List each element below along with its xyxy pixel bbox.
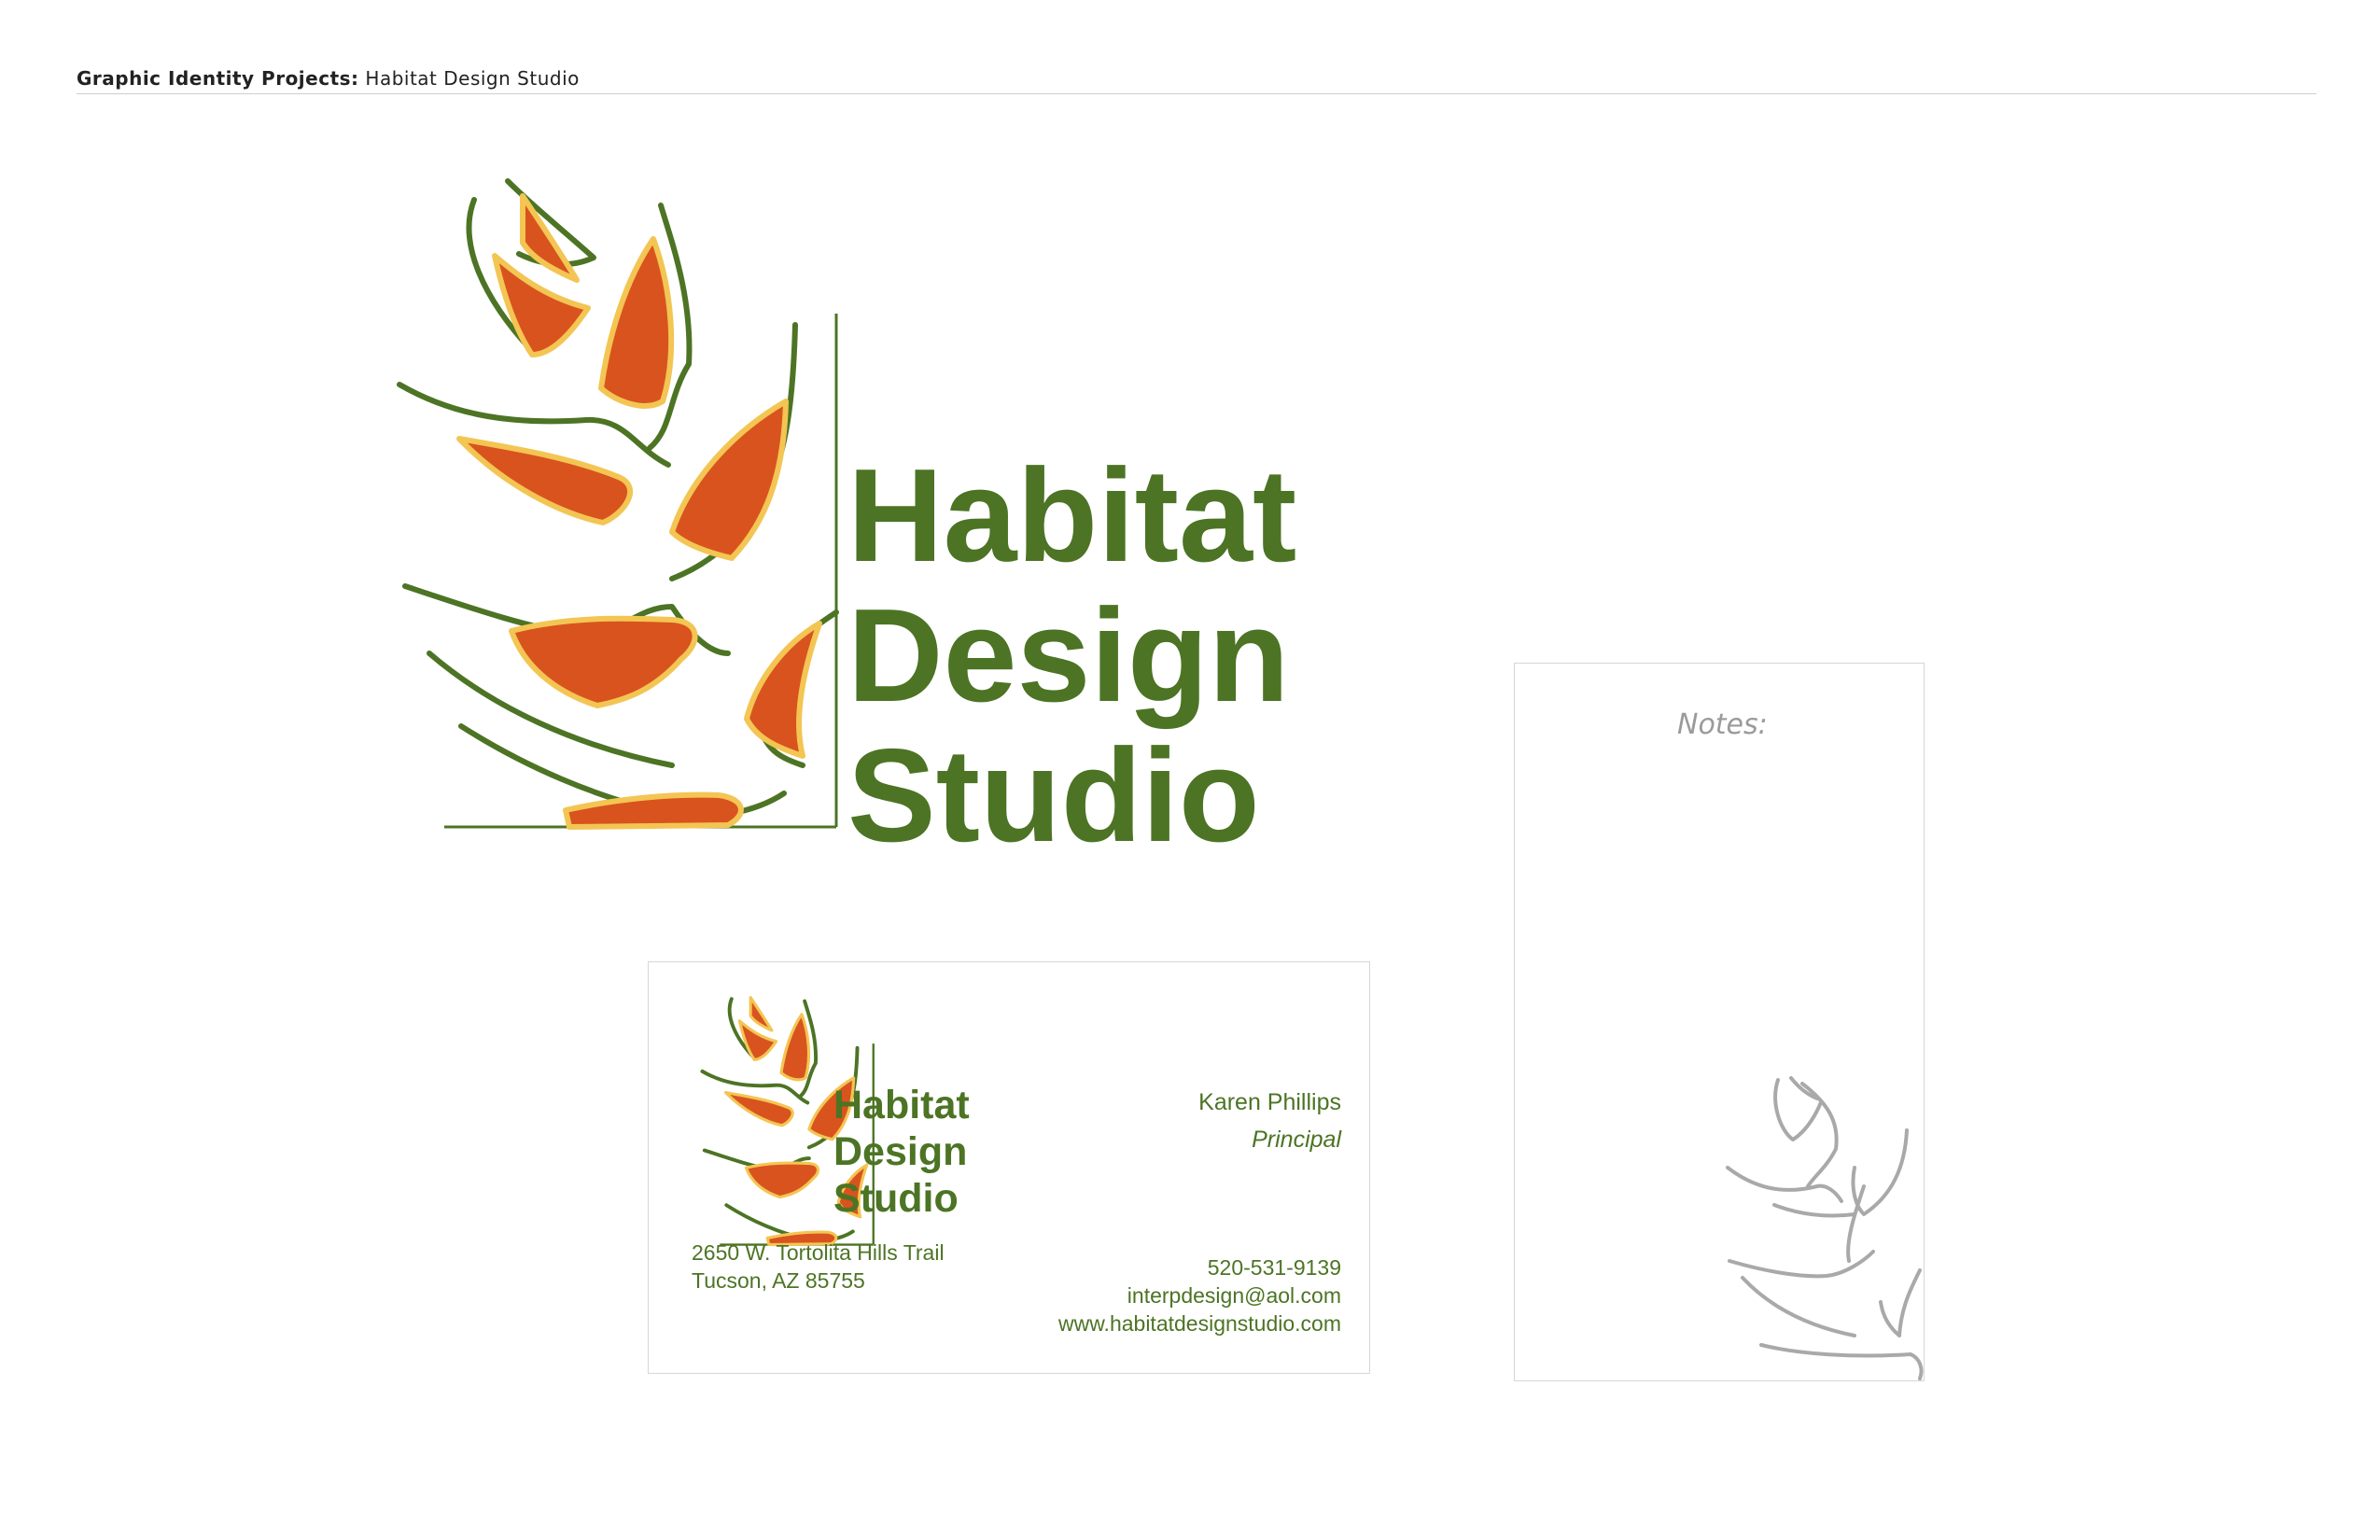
header-prefix: Graphic Identity Projects: <box>77 67 359 90</box>
card-address: 2650 W. Tortolita Hills Trail Tucson, AZ… <box>692 1239 945 1295</box>
header-divider <box>77 93 2317 94</box>
heliconia-outline-icon <box>1726 1076 1924 1380</box>
header-title: Habitat Design Studio <box>365 67 580 90</box>
card-person-name: Karen Phillips <box>1198 1089 1341 1115</box>
business-card: Habitat Design Studio 2650 W. Tortolita … <box>648 961 1370 1374</box>
wordmark-line-habitat: Habitat <box>847 441 1297 590</box>
card-wordmark-studio: Studio <box>833 1176 959 1221</box>
logo-wordmark: Habitat Design Studio <box>847 446 1296 866</box>
notes-label: Notes: <box>1677 708 1768 741</box>
card-person: Karen Phillips Principal <box>1198 1084 1341 1158</box>
card-address-line2: Tucson, AZ 85755 <box>692 1268 865 1293</box>
card-website: www.habitatdesignstudio.com <box>1058 1311 1341 1336</box>
notepad: Notes: <box>1514 663 1925 1381</box>
notepad-watermark <box>1724 1074 1924 1380</box>
card-wordmark: Habitat Design Studio <box>833 1082 970 1222</box>
card-email: interpdesign@aol.com <box>1127 1283 1341 1308</box>
heliconia-logo-mark <box>392 168 915 840</box>
card-person-title: Principal <box>1252 1127 1341 1153</box>
card-phone: 520-531-9139 <box>1207 1255 1341 1280</box>
wordmark-line-studio: Studio <box>847 721 1260 870</box>
card-wordmark-design: Design <box>833 1129 968 1174</box>
card-wordmark-habitat: Habitat <box>833 1083 970 1127</box>
wordmark-line-design: Design <box>847 581 1290 730</box>
card-contact: 520-531-9139 interpdesign@aol.com www.ha… <box>1058 1253 1341 1337</box>
heliconia-icon <box>397 178 839 830</box>
card-address-line1: 2650 W. Tortolita Hills Trail <box>692 1240 945 1265</box>
page-header: Graphic Identity Projects: Habitat Desig… <box>77 67 580 90</box>
